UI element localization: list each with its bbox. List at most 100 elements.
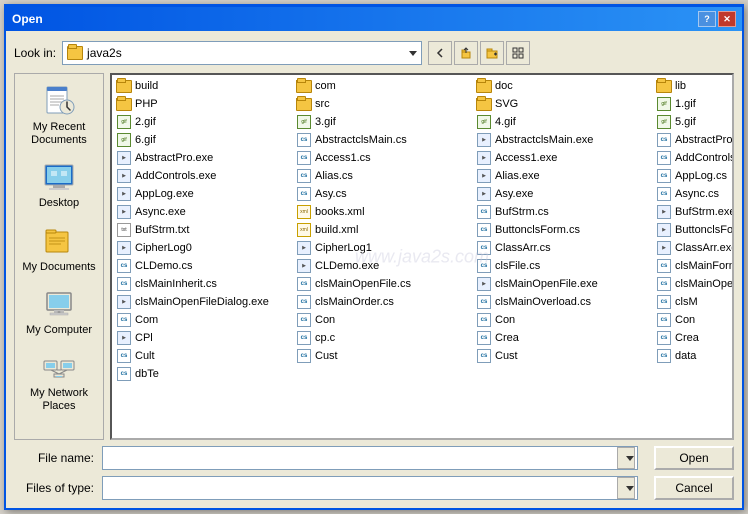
file-item[interactable]: cscp.c [294,329,474,347]
file-item[interactable]: xmlbuild.xml [294,221,474,239]
file-item[interactable]: gif1.gif [654,95,734,113]
file-item[interactable]: build [114,77,294,95]
cs-icon: cs [296,313,312,327]
cs-icon: cs [476,295,492,309]
file-item[interactable]: csCrea [654,329,734,347]
file-item[interactable]: lib [654,77,734,95]
file-item[interactable]: ▶BufStrm.exe [654,203,734,221]
file-type-field[interactable] [107,481,633,495]
file-item[interactable]: ▶clsMainOpenFileDialog.exe [114,293,294,311]
file-item[interactable]: gif3.gif [294,113,474,131]
file-item[interactable]: ▶ClassArr.exe [654,239,734,257]
file-item[interactable]: csClassArr.cs [474,239,654,257]
file-item[interactable]: com [294,77,474,95]
file-item[interactable]: ▶Access1.exe [474,149,654,167]
file-item[interactable]: ▶AddControls.exe [114,167,294,185]
file-item[interactable]: ▶CLDemo.exe [294,257,474,275]
file-item[interactable]: csclsM [654,293,734,311]
file-item[interactable]: csclsMainInherit.cs [114,275,294,293]
up-folder-button[interactable] [454,41,478,65]
file-item[interactable]: src [294,95,474,113]
file-item[interactable]: csCon [474,311,654,329]
file-item[interactable]: ▶AbstractPro.exe [114,149,294,167]
sidebar-item-desktop[interactable]: Desktop [18,154,100,215]
file-item[interactable]: csAbstractPro.cs [654,131,734,149]
file-item[interactable]: ▶Async.exe [114,203,294,221]
file-item[interactable]: csAsy.cs [294,185,474,203]
file-item[interactable]: xmlbooks.xml [294,203,474,221]
file-item[interactable]: ▶CPl [114,329,294,347]
sidebar-item-recent[interactable]: My RecentDocuments [18,78,100,152]
folder-icon [296,79,312,93]
file-name-dropdown-arrow[interactable] [617,447,635,469]
file-item[interactable]: ▶clsMainOpenFile.exe [474,275,654,293]
file-item[interactable]: PHP [114,95,294,113]
file-item[interactable]: ▶Asy.exe [474,185,654,203]
sidebar-item-network[interactable]: My NetworkPlaces [18,344,100,418]
file-name-text: ButtonclsForm.exe [675,224,734,236]
file-name-text: Cust [495,350,518,362]
file-item[interactable]: csclsMainOpenFile.cs [294,275,474,293]
file-type-input[interactable] [102,476,638,500]
file-name-text: Com [135,314,158,326]
exe-icon: ▶ [656,205,672,219]
file-item[interactable]: csclsFile.cs [474,257,654,275]
file-item[interactable]: csCLDemo.cs [114,257,294,275]
file-item[interactable]: csAppLog.cs [654,167,734,185]
file-item[interactable]: csclsMainOverload.cs [474,293,654,311]
file-item[interactable]: ▶AppLog.exe [114,185,294,203]
file-item[interactable]: txtBufStrm.txt [114,221,294,239]
file-item[interactable]: gif4.gif [474,113,654,131]
file-item[interactable]: gif5.gif [654,113,734,131]
file-item[interactable]: csdata [654,347,734,365]
help-button[interactable]: ? [698,11,716,27]
open-button[interactable]: Open [654,446,734,470]
back-button[interactable] [428,41,452,65]
file-item[interactable]: csAddControls.cs [654,149,734,167]
file-name-input[interactable] [102,446,638,470]
exe-icon: ▶ [296,259,312,273]
file-item[interactable]: doc [474,77,654,95]
file-item[interactable]: csButtonclsForm.cs [474,221,654,239]
file-item[interactable]: csCust [474,347,654,365]
folder-icon [656,79,672,93]
file-item[interactable]: ▶CipherLog1 [294,239,474,257]
file-name-text: src [315,98,330,110]
file-item[interactable]: gif6.gif [114,131,294,149]
nav-buttons [428,41,530,65]
sidebar-item-mydocs[interactable]: My Documents [18,218,100,279]
file-item[interactable]: csCust [294,347,474,365]
file-item[interactable]: ▶Alias.exe [474,167,654,185]
cancel-button[interactable]: Cancel [654,476,734,500]
file-item[interactable]: ▶AbstractclsMain.exe [474,131,654,149]
file-item[interactable]: csclsMainForm.cs [654,257,734,275]
file-item[interactable]: csBufStrm.cs [474,203,654,221]
new-folder-button[interactable] [480,41,504,65]
file-item[interactable]: csAbstractclsMain.cs [294,131,474,149]
file-list-area[interactable]: www.java2s.com buildcomdoclibPHPsrcSVGgi… [110,73,734,440]
file-item[interactable]: gif2.gif [114,113,294,131]
file-item[interactable]: csCom [114,311,294,329]
file-item[interactable]: ▶CipherLog0 [114,239,294,257]
file-item[interactable]: csAccess1.cs [294,149,474,167]
file-item[interactable]: csCon [294,311,474,329]
file-item[interactable]: csdbTe [114,365,294,383]
file-item[interactable]: SVG [474,95,654,113]
file-name-text: AbstractPro.cs [675,134,734,146]
file-item[interactable]: csCon [654,311,734,329]
views-button[interactable] [506,41,530,65]
file-item[interactable]: csAsync.cs [654,185,734,203]
close-button[interactable]: ✕ [718,11,736,27]
file-item[interactable]: csCult [114,347,294,365]
sidebar-item-mycomputer[interactable]: My Computer [18,281,100,342]
file-name-field[interactable] [107,451,633,465]
look-in-dropdown[interactable]: java2s [62,41,422,65]
file-item[interactable]: csclsMainOpenFileDialog.cs [654,275,734,293]
file-name-text: AddControls.exe [135,170,216,182]
file-item[interactable]: csCrea [474,329,654,347]
file-type-dropdown-arrow[interactable] [617,477,635,499]
file-item[interactable]: csclsMainOrder.cs [294,293,474,311]
file-item[interactable]: csAlias.cs [294,167,474,185]
file-item[interactable]: ▶ButtonclsForm.exe [654,221,734,239]
file-name-text: doc [495,80,513,92]
